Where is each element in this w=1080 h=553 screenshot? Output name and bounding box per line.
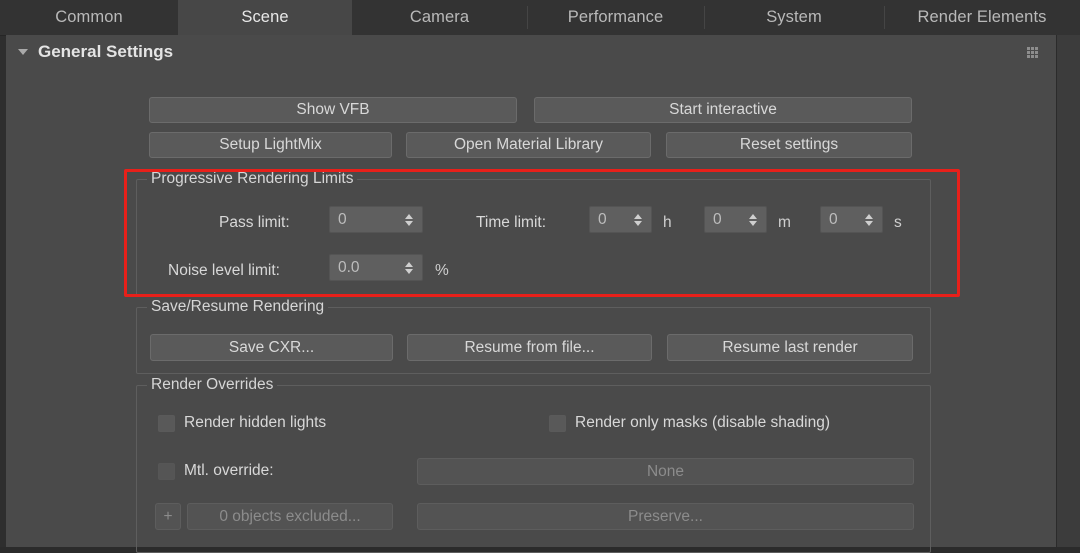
gutter-divider (1056, 35, 1057, 547)
spinner-arrows-icon[interactable] (401, 255, 417, 280)
render-settings-tabbar: Common Scene Camera Performance System R… (0, 0, 1080, 36)
minutes-unit-label: m (778, 214, 791, 231)
render-only-masks-checkbox[interactable] (549, 414, 566, 432)
button-label: Save CXR... (228, 338, 315, 356)
pass-limit-label: Pass limit: (219, 214, 290, 231)
tab-label: System (766, 8, 822, 26)
objects-excluded-button[interactable]: 0 objects excluded... (187, 503, 393, 530)
button-label: Show VFB (296, 101, 370, 118)
add-exclude-button[interactable]: + (155, 503, 181, 530)
tab-label: Camera (409, 8, 470, 26)
tab-performance[interactable]: Performance (527, 0, 704, 35)
noise-level-limit-label: Noise level limit: (168, 262, 280, 279)
group-title: Render Overrides (147, 376, 278, 394)
tab-camera[interactable]: Camera (352, 0, 527, 35)
noise-unit-label: % (435, 262, 449, 279)
progressive-rendering-limits-group: Progressive Rendering Limits Pass limit:… (136, 170, 931, 297)
checkbox-label: Render only masks (disable shading) (575, 414, 831, 431)
tab-scene[interactable]: Scene (178, 0, 352, 35)
resume-from-file-button[interactable]: Resume from file... (407, 334, 652, 361)
spinner-value: 0.0 (338, 258, 360, 276)
button-label: 0 objects excluded... (219, 507, 361, 525)
tab-label: Scene (241, 8, 289, 26)
time-limit-seconds-spinner[interactable]: 0 (820, 206, 883, 233)
spinner-arrows-icon[interactable] (630, 207, 646, 232)
tab-label: Common (55, 8, 123, 26)
reset-settings-button[interactable]: Reset settings (666, 132, 912, 158)
noise-level-limit-spinner[interactable]: 0.0 (329, 254, 423, 281)
checkbox-label: Mtl. override: (184, 462, 274, 479)
pass-limit-spinner[interactable]: 0 (329, 206, 423, 233)
mtl-override-slot-button[interactable]: None (417, 458, 914, 485)
mtl-override-row[interactable]: Mtl. override: (158, 462, 274, 480)
tab-label: Render Elements (917, 8, 1047, 26)
render-only-masks-row[interactable]: Render only masks (disable shading) (549, 414, 830, 432)
panel-scrollbar-gutter[interactable] (1055, 35, 1080, 547)
grip-dots-icon[interactable] (1027, 47, 1038, 58)
group-title: Save/Resume Rendering (147, 298, 329, 316)
render-hidden-lights-row[interactable]: Render hidden lights (158, 414, 326, 432)
show-vfb-button[interactable]: Show VFB (149, 97, 517, 123)
time-limit-minutes-spinner[interactable]: 0 (704, 206, 767, 233)
spinner-arrows-icon[interactable] (745, 207, 761, 232)
preserve-button[interactable]: Preserve... (417, 503, 914, 530)
seconds-unit-label: s (894, 214, 902, 231)
plus-icon: + (163, 507, 173, 525)
spinner-arrows-icon[interactable] (401, 207, 417, 232)
group-title: Progressive Rendering Limits (147, 170, 358, 188)
button-label: Start interactive (669, 101, 777, 118)
spinner-value: 0 (713, 210, 722, 228)
general-settings-rollout: General Settings Show VFB Start interact… (6, 35, 1056, 553)
tab-system[interactable]: System (704, 0, 884, 35)
resume-last-render-button[interactable]: Resume last render (667, 334, 913, 361)
button-label: Preserve... (628, 507, 703, 525)
tab-label: Performance (567, 8, 664, 26)
render-settings-window: Common Scene Camera Performance System R… (0, 0, 1080, 553)
render-overrides-group: Render Overrides Render hidden lights Re… (136, 376, 931, 553)
checkbox-label: Render hidden lights (184, 414, 327, 431)
tab-render-elements[interactable]: Render Elements (884, 0, 1080, 35)
spinner-value: 0 (338, 210, 347, 228)
button-label: Resume last render (722, 338, 858, 356)
spinner-arrows-icon[interactable] (861, 207, 877, 232)
rollout-header[interactable]: General Settings (6, 35, 1056, 69)
spinner-value: 0 (598, 210, 607, 228)
hours-unit-label: h (663, 214, 672, 231)
button-label: None (646, 462, 685, 480)
save-cxr-button[interactable]: Save CXR... (150, 334, 393, 361)
spinner-value: 0 (829, 210, 838, 228)
button-label: Setup LightMix (219, 136, 322, 153)
button-label: Resume from file... (464, 338, 595, 356)
triangle-down-icon[interactable] (18, 49, 28, 55)
open-material-library-button[interactable]: Open Material Library (406, 132, 651, 158)
setup-lightmix-button[interactable]: Setup LightMix (149, 132, 392, 158)
mtl-override-checkbox[interactable] (158, 462, 175, 480)
save-resume-rendering-group: Save/Resume Rendering Save CXR... Resume… (136, 298, 931, 374)
tab-common[interactable]: Common (0, 0, 178, 35)
rollout-title: General Settings (38, 42, 174, 61)
render-hidden-lights-checkbox[interactable] (158, 414, 175, 432)
start-interactive-button[interactable]: Start interactive (534, 97, 912, 123)
time-limit-hours-spinner[interactable]: 0 (589, 206, 652, 233)
button-label: Open Material Library (453, 136, 604, 153)
time-limit-label: Time limit: (476, 214, 547, 231)
button-label: Reset settings (739, 136, 839, 153)
